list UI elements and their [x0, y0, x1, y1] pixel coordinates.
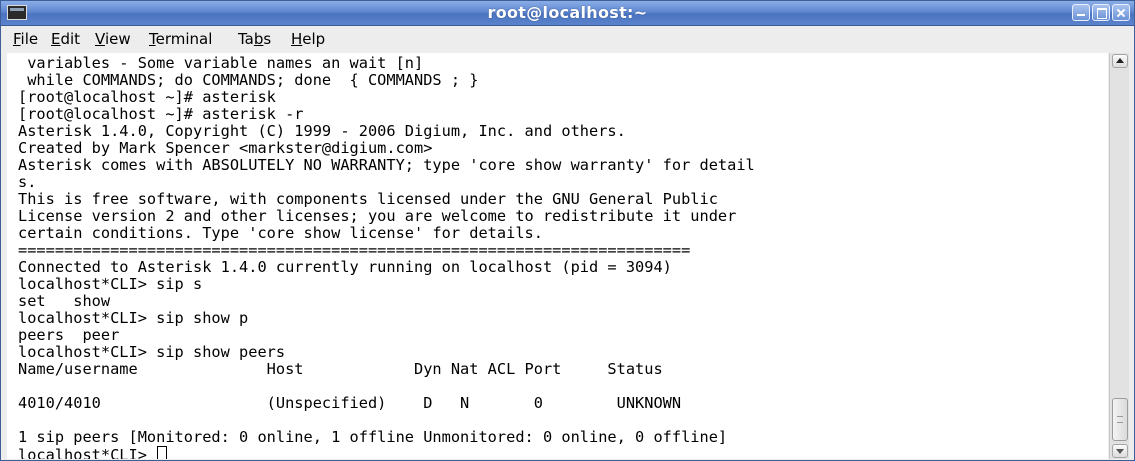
- menu-edit[interactable]: Edit: [51, 30, 80, 48]
- terminal-line: This is free software, with components l…: [18, 190, 718, 208]
- scroll-down-arrow-icon[interactable]: [1112, 444, 1128, 458]
- terminal-line: Name/username Host Dyn Nat ACL Port Stat…: [18, 360, 663, 378]
- scrollbar-thumb[interactable]: [1112, 398, 1128, 441]
- minimize-icon[interactable]: [1072, 4, 1090, 21]
- window-controls: [1070, 4, 1130, 22]
- terminal-line: 4010/4010 (Unspecified) D N 0 UNKNOWN: [18, 394, 682, 412]
- terminal-line: s.: [18, 173, 37, 191]
- close-icon[interactable]: [1112, 4, 1130, 21]
- terminal-window: root@localhost:~ File Edit View Terminal…: [0, 0, 1135, 461]
- menu-view[interactable]: View: [95, 30, 131, 48]
- menu-help[interactable]: Help: [291, 30, 325, 48]
- terminal-line: set show: [18, 292, 111, 310]
- terminal-line: localhost*CLI> sip show p: [18, 309, 249, 327]
- terminal-line: License version 2 and other licenses; yo…: [18, 207, 737, 225]
- maximize-icon[interactable]: [1092, 4, 1110, 21]
- terminal-line: Asterisk comes with ABSOLUTELY NO WARRAN…: [18, 156, 755, 174]
- terminal-line: Created by Mark Spencer <markster@digium…: [18, 139, 433, 157]
- terminal-prompt-line[interactable]: localhost*CLI>: [18, 446, 168, 460]
- terminal-line: Asterisk 1.4.0, Copyright (C) 1999 - 200…: [18, 122, 626, 140]
- terminal-line: ========================================…: [18, 241, 691, 259]
- terminal-line: while COMMANDS; do COMMANDS; done { COMM…: [18, 71, 479, 89]
- terminal-line: 1 sip peers [Monitored: 0 online, 1 offl…: [18, 428, 728, 446]
- terminal-line: certain conditions. Type 'core show lice…: [18, 224, 543, 242]
- terminal-line: localhost*CLI> sip show peers: [18, 343, 286, 361]
- terminal-line: [root@localhost ~]# asterisk -r: [18, 105, 304, 123]
- menu-file[interactable]: File: [13, 30, 38, 48]
- cli-prompt: localhost*CLI>: [18, 446, 157, 460]
- menu-tabs[interactable]: Tabs: [238, 30, 271, 48]
- terminal-line: localhost*CLI> sip s: [18, 275, 203, 293]
- menu-terminal[interactable]: Terminal: [149, 30, 212, 48]
- vertical-scrollbar[interactable]: [1109, 53, 1129, 459]
- menu-bar: File Edit View Terminal Tabs Help: [1, 26, 1134, 50]
- terminal-line: Connected to Asterisk 1.4.0 currently ru…: [18, 258, 672, 276]
- window-title: root@localhost:~: [487, 3, 648, 22]
- terminal-line: peers peer: [18, 326, 120, 344]
- scroll-up-arrow-icon[interactable]: [1112, 54, 1128, 68]
- terminal-line: variables - Some variable names an wait …: [18, 54, 424, 72]
- title-bar[interactable]: root@localhost:~: [1, 1, 1134, 26]
- terminal-line: [root@localhost ~]# asterisk: [18, 88, 276, 106]
- terminal-output[interactable]: variables - Some variable names an wait …: [7, 53, 1108, 459]
- text-cursor: [157, 446, 168, 459]
